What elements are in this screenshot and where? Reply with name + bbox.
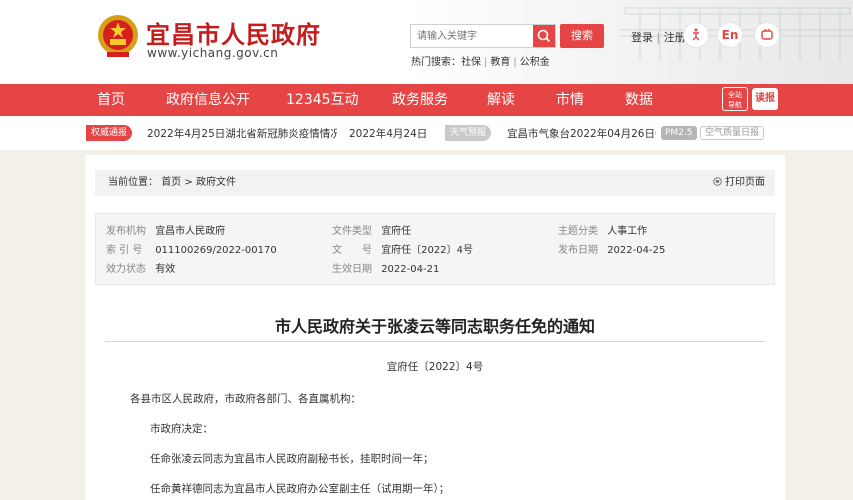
search-box [410, 24, 556, 48]
document-title: 市人民政府关于张凌云等同志职务任免的通知 [274, 317, 595, 336]
meta-value: 011100269/2022-00170 [155, 245, 277, 256]
document-metadata: 发布机构 宜昌市人民政府 文件类型 宜府任 主题分类 人事工作 索 引 号 01… [95, 213, 775, 285]
accessibility-icon[interactable] [683, 22, 709, 48]
meta-label: 发布日期 [558, 245, 598, 256]
document-paragraph: 各县市区人民政府，市政府各部门、各直属机构： [130, 393, 361, 405]
nav-interpretation[interactable]: 解读 [487, 84, 515, 116]
account-links: 登录 | 注册 [631, 31, 686, 44]
nav-12345[interactable]: 12345互动 [286, 84, 359, 116]
site-nav-line2: 导航 [728, 101, 742, 109]
meta-index: 索 引 号 011100269/2022-00170 [106, 241, 277, 256]
meta-label: 文件类型 [332, 226, 372, 237]
nav-gov-info[interactable]: 政府信息公开 [166, 84, 250, 116]
meta-label: 文 号 [332, 245, 372, 256]
search-input[interactable] [411, 25, 533, 47]
meta-label: 生效日期 [332, 264, 372, 275]
pm25-badge[interactable]: PM2.5 [661, 126, 697, 140]
meta-value: 人事工作 [607, 226, 648, 237]
national-emblem-logo [98, 15, 138, 57]
document-number: 宜府任〔2022〕4号 [386, 361, 484, 373]
official-notice-tag: 权威通报 [86, 125, 133, 141]
hot-search: 热门搜索：社保 | 教育 | 公积金 [411, 57, 550, 68]
meta-publisher: 发布机构 宜昌市人民政府 [106, 222, 225, 237]
document-paragraph: 市政府决定： [150, 423, 213, 435]
english-version-button[interactable]: En [717, 22, 743, 48]
nav-city-info[interactable]: 市情 [556, 84, 584, 116]
ticker-news-item[interactable]: 2022年4月25日湖北省新冠肺炎疫情情况 [147, 126, 337, 141]
meta-pub-date: 发布日期 2022-04-25 [558, 241, 665, 256]
hot-search-item[interactable]: 教育 [490, 57, 510, 68]
meta-category: 主题分类 人事工作 [558, 222, 647, 237]
breadcrumb-bar: 当前位置： 首页 > 政府文件 打印页面 [95, 170, 775, 196]
nav-services[interactable]: 政务服务 [392, 84, 448, 116]
title-divider [105, 341, 765, 342]
meta-status: 效力状态 有效 [106, 260, 175, 275]
meta-label: 效力状态 [106, 264, 146, 275]
breadcrumb: 当前位置： 首页 > 政府文件 [108, 170, 236, 196]
ticker-news-item[interactable]: 2022年4月24日湖 [349, 126, 427, 141]
nav-home[interactable]: 首页 [97, 84, 125, 116]
printer-icon [713, 171, 722, 197]
site-title[interactable]: 宜昌市人民政府 [146, 15, 321, 50]
meta-doc-type: 文件类型 宜府任 [332, 222, 411, 237]
meta-value: 2022-04-21 [381, 264, 440, 275]
meta-label: 发布机构 [106, 226, 146, 237]
search-icon[interactable] [533, 25, 555, 47]
site-navigation-button[interactable]: 全站 导航 [722, 87, 748, 111]
document-paragraph: 任命张凌云同志为宜昌市人民政府副秘书长，挂职时间一年； [150, 453, 434, 465]
meta-doc-number: 文 号 宜府任〔2022〕4号 [332, 241, 473, 256]
news-ticker: 权威通报 2022年4月25日湖北省新冠肺炎疫情情况 2022年4月24日湖 天… [0, 116, 853, 150]
meta-value: 宜昌市人民政府 [155, 226, 226, 237]
hot-search-label: 热门搜索： [411, 57, 461, 68]
breadcrumb-home[interactable]: 首页 [161, 177, 181, 188]
meta-value: 有效 [155, 264, 176, 275]
weather-tag: 天气预报 [445, 125, 492, 141]
nav-data[interactable]: 数据 [625, 84, 653, 116]
meta-value: 宜府任〔2022〕4号 [381, 245, 473, 256]
login-link[interactable]: 登录 [631, 31, 653, 44]
meta-value: 2022-04-25 [607, 245, 666, 256]
print-page-link[interactable]: 打印页面 [713, 170, 765, 197]
search-button[interactable]: 搜索 [560, 24, 604, 48]
site-nav-line1: 全站 [728, 91, 742, 99]
air-quality-badge[interactable]: 空气质量日报 [700, 126, 765, 140]
meta-label: 主题分类 [558, 226, 598, 237]
hot-search-item[interactable]: 社保 [461, 57, 481, 68]
mobile-app-icon[interactable] [754, 22, 780, 48]
print-page-label: 打印页面 [725, 177, 765, 188]
document-paragraph: 任命黄祥德同志为宜昌市人民政府办公室副主任（试用期一年）； [150, 483, 450, 495]
breadcrumb-label: 当前位置： [108, 177, 158, 188]
weather-text[interactable]: 宜昌市气象台2022年04月26日09 [507, 126, 656, 141]
meta-value: 宜府任 [381, 226, 412, 237]
meta-effective-date: 生效日期 2022-04-21 [332, 260, 439, 275]
meta-label: 索 引 号 [106, 245, 143, 256]
read-paper-button[interactable]: 读报 [752, 88, 778, 110]
breadcrumb-separator: > [184, 177, 193, 188]
article-container: 当前位置： 首页 > 政府文件 打印页面 发布机构 宜昌市人民政府 文件类型 宜… [85, 155, 785, 500]
hot-search-item[interactable]: 公积金 [520, 57, 550, 68]
breadcrumb-current[interactable]: 政府文件 [196, 177, 236, 188]
site-url: www.yichang.gov.cn [147, 46, 279, 60]
site-header: 宜昌市人民政府 www.yichang.gov.cn 搜索 热门搜索：社保|教育… [0, 0, 853, 84]
